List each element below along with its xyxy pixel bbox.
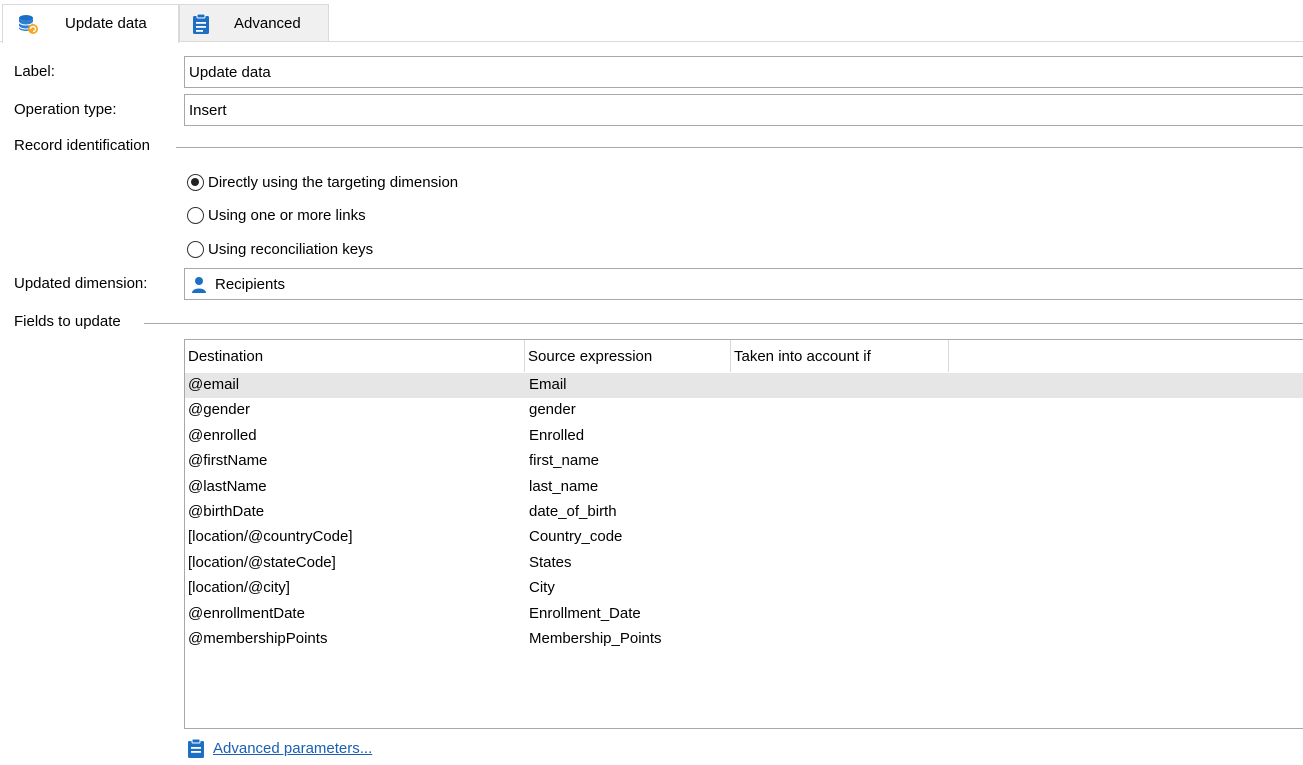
tab-bar: Update data Advanced <box>0 0 1303 43</box>
operation-type-label: Operation type: <box>14 101 117 118</box>
updated-dimension-select[interactable]: Recipients <box>184 268 1303 300</box>
fields-table[interactable]: Destination Source expression Taken into… <box>184 339 1303 729</box>
cell-source: gender <box>529 401 576 419</box>
radio-links[interactable]: Using one or more links <box>187 207 366 224</box>
tab-advanced[interactable]: Advanced <box>179 4 329 42</box>
table-header: Destination Source expression Taken into… <box>185 340 1303 372</box>
column-header-destination[interactable]: Destination <box>185 340 525 372</box>
tab-label: Advanced <box>234 15 301 32</box>
cell-source: first_name <box>529 452 600 470</box>
cell-destination: [location/@city] <box>188 579 290 597</box>
group-divider <box>144 323 1303 324</box>
clipboard-icon <box>188 738 204 758</box>
radio-label: Directly using the targeting dimension <box>208 174 459 191</box>
clipboard-icon <box>193 13 209 34</box>
column-header-condition[interactable]: Taken into account if <box>731 340 949 372</box>
cell-source: Enrollment_Date <box>529 604 641 622</box>
updated-dimension-label: Updated dimension: <box>14 275 148 292</box>
operation-type-value: Insert <box>189 102 227 119</box>
cell-source: Membership_Points <box>529 630 662 647</box>
table-row[interactable]: @membershipPoints Membership_Points <box>185 627 1303 652</box>
cell-destination: [location/@stateCode] <box>188 553 336 571</box>
radio-reconciliation-keys[interactable]: Using reconciliation keys <box>187 241 373 258</box>
cell-destination: @firstName <box>188 452 268 470</box>
radio-button[interactable] <box>187 207 204 224</box>
label-field-label: Label: <box>14 63 55 80</box>
person-icon <box>192 277 206 293</box>
table-row[interactable]: [location/@stateCode] States <box>185 551 1303 576</box>
record-identification-title: Record identification <box>14 137 152 154</box>
column-header-source[interactable]: Source expression <box>525 340 731 372</box>
cell-destination: @email <box>188 376 240 393</box>
cell-source: Enrolled <box>529 426 585 444</box>
table-row[interactable]: @gender gender <box>185 398 1303 423</box>
operation-type-select[interactable]: Insert <box>184 94 1303 126</box>
table-row[interactable]: @firstName first_name <box>185 449 1303 474</box>
cell-source: Email <box>529 376 567 393</box>
cell-source: States <box>529 553 572 571</box>
table-row[interactable]: [location/@city] City <box>185 576 1303 601</box>
radio-label: Using one or more links <box>208 207 366 224</box>
radio-button[interactable] <box>187 241 204 258</box>
database-refresh-icon <box>18 15 38 34</box>
cell-destination: [location/@countryCode] <box>188 528 353 546</box>
table-row[interactable]: @birthDate date_of_birth <box>185 500 1303 525</box>
radio-button[interactable] <box>187 174 204 191</box>
record-identification-group: Record identification <box>14 137 1303 157</box>
table-row[interactable]: @lastName last_name <box>185 475 1303 500</box>
fields-to-update-title: Fields to update <box>14 313 123 330</box>
group-divider <box>176 147 1303 148</box>
cell-destination: @enrolled <box>188 426 257 444</box>
table-row[interactable]: @enrollmentDate Enrollment_Date <box>185 602 1303 627</box>
cell-destination: @membershipPoints <box>188 630 328 647</box>
fields-to-update-group: Fields to update <box>14 313 1303 333</box>
radio-direct-dimension[interactable]: Directly using the targeting dimension <box>187 174 458 191</box>
advanced-parameters-link-row[interactable]: Advanced parameters... <box>187 738 372 758</box>
table-row[interactable]: [location/@countryCode] Country_code <box>185 525 1303 550</box>
table-row[interactable]: @enrolled Enrolled <box>185 424 1303 449</box>
tab-update-data[interactable]: Update data <box>2 4 179 43</box>
cell-destination: @lastName <box>188 477 267 495</box>
table-row[interactable]: @email Email <box>185 373 1303 398</box>
cell-source: City <box>529 579 555 597</box>
cell-destination: @birthDate <box>188 503 265 520</box>
tab-label: Update data <box>65 15 147 32</box>
label-input[interactable]: Update data <box>184 56 1303 88</box>
cell-destination: @gender <box>188 401 250 419</box>
cell-source: Country_code <box>529 528 623 546</box>
advanced-parameters-link[interactable]: Advanced parameters... <box>213 740 372 757</box>
radio-label: Using reconciliation keys <box>208 241 374 258</box>
tab-divider <box>0 41 1303 42</box>
cell-destination: @enrollmentDate <box>188 604 305 622</box>
cell-source: last_name <box>529 477 599 495</box>
label-input-value: Update data <box>189 64 271 81</box>
updated-dimension-value: Recipients <box>215 276 286 293</box>
cell-source: date_of_birth <box>529 503 617 520</box>
